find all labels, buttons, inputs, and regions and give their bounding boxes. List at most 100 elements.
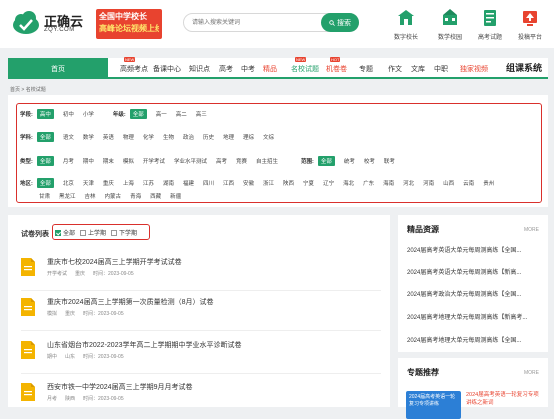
filter-option[interactable]: 高一 — [156, 110, 167, 118]
filter-option[interactable]: 浙江 — [263, 179, 274, 187]
resource-link[interactable]: 2024届高考地理大单元每周测高练【全国... — [407, 335, 543, 344]
nav-item-gaokao[interactable]: 高考 — [219, 64, 233, 74]
nav-item-vocational[interactable]: 中职 — [434, 64, 448, 74]
paper-title[interactable]: 西安市铁一中学2024届高三上学期9月月考试卷 — [47, 382, 192, 392]
promo-banner[interactable]: 全国中学校长 高峰论坛视频上线 — [96, 9, 162, 39]
filter-option[interactable]: 自主招生 — [256, 157, 278, 165]
filter-option[interactable]: 福建 — [183, 179, 194, 187]
filter-option[interactable]: 云南 — [463, 179, 474, 187]
filter-option[interactable]: 生物 — [163, 133, 174, 141]
nav-item-school-exams[interactable]: NEW 名校试题 — [291, 57, 319, 74]
check-first-term[interactable]: 上学期 — [80, 228, 106, 237]
nav-item-zhongkao[interactable]: 中考 — [241, 64, 255, 74]
paper-title[interactable]: 重庆市七校2024届高三上学期开学考试试卷 — [47, 257, 182, 267]
filter-option[interactable]: 江苏 — [143, 179, 154, 187]
filter-option[interactable]: 全部 — [36, 156, 54, 166]
filter-option[interactable]: 文综 — [263, 133, 274, 141]
filter-option[interactable]: 校考 — [364, 157, 375, 165]
resource-link[interactable]: 2024届高考英语大单元每周测高练【新高... — [407, 267, 543, 276]
list-item[interactable]: 西安市铁一中学2024届高三上学期9月月考试卷 月考 陕西 时间：2023-09-0… — [21, 380, 381, 416]
filter-option[interactable]: 开学考试 — [143, 157, 165, 165]
filter-option[interactable]: 青海 — [130, 192, 141, 200]
nav-item-premium[interactable]: 精品 — [263, 64, 277, 74]
filter-option[interactable]: 高考 — [216, 157, 227, 165]
filter-option[interactable]: 竞赛 — [236, 157, 247, 165]
filter-option[interactable]: 天津 — [83, 179, 94, 187]
nav-item-machine-papers[interactable]: HOT 机卷卷 — [326, 57, 347, 74]
filter-option[interactable]: 四川 — [203, 179, 214, 187]
checkbox-checked[interactable] — [55, 229, 61, 236]
filter-option[interactable]: 全部 — [129, 109, 147, 119]
filter-option[interactable]: 安徽 — [243, 179, 254, 187]
resource-link[interactable]: 2024届高考英语大单元每周测高练【全国... — [407, 245, 543, 254]
resource-link[interactable]: 2024届高考政治大单元每周测高练【全国... — [407, 289, 543, 298]
filter-option[interactable]: 海南 — [383, 179, 394, 187]
filter-option[interactable]: 英语 — [103, 133, 114, 141]
checkbox[interactable] — [80, 229, 87, 236]
top-link-principal[interactable]: 数字校长 — [384, 9, 428, 41]
filter-option[interactable]: 贵州 — [483, 179, 494, 187]
filter-option[interactable]: 广东 — [363, 179, 374, 187]
filter-option[interactable]: 海北 — [343, 179, 354, 187]
filter-option[interactable]: 北京 — [63, 179, 74, 187]
filter-option[interactable]: 黑龙江 — [59, 192, 76, 200]
resources-more-link[interactable]: MORE — [524, 227, 539, 233]
paper-title[interactable]: 重庆市2024届高三上学期第一次质量检测（8月）试卷 — [47, 297, 213, 307]
filter-option[interactable]: 物理 — [123, 133, 134, 141]
paper-title[interactable]: 山东省烟台市2022-2023学年高二上学期期中学业水平诊断试卷 — [47, 340, 241, 350]
filter-option[interactable]: 数学 — [83, 133, 94, 141]
filter-option[interactable]: 月考 — [63, 157, 74, 165]
filter-option[interactable]: 新疆 — [170, 192, 181, 200]
filter-option[interactable]: 理综 — [243, 133, 254, 141]
nav-item-library[interactable]: 文库 — [411, 64, 425, 74]
check-all[interactable]: 全部 — [55, 228, 75, 237]
filter-option[interactable]: 江西 — [223, 179, 234, 187]
top-link-upload[interactable]: 投稿平台 — [508, 9, 552, 41]
filter-option[interactable]: 内蒙古 — [105, 192, 122, 200]
filter-option[interactable]: 联考 — [384, 157, 395, 165]
filter-option[interactable]: 湖南 — [163, 179, 174, 187]
filter-option[interactable]: 小学 — [83, 110, 94, 118]
top-link-campus[interactable]: 数学校园 — [428, 9, 472, 41]
top-link-exam[interactable]: 高考试题 — [468, 9, 512, 41]
filter-option[interactable]: 河南 — [423, 179, 434, 187]
filter-option[interactable]: 地理 — [223, 133, 234, 141]
topic-caption[interactable]: 2024届高考英语一轮复习专项讲练之新词 — [466, 391, 542, 407]
filter-option[interactable]: 全部 — [36, 132, 54, 142]
filter-option[interactable]: 政治 — [183, 133, 194, 141]
filter-option[interactable]: 统考 — [344, 157, 355, 165]
filter-option[interactable]: 模拟 — [123, 157, 134, 165]
list-item[interactable]: 重庆市2024届高三上学期第一次质量检测（8月）试卷 模拟 重庆 时间：2023-0… — [21, 295, 381, 331]
nav-item-frequent[interactable]: NEW 高频考点 — [120, 57, 148, 74]
checkbox[interactable] — [111, 229, 118, 236]
nav-item-essay[interactable]: 作文 — [388, 64, 402, 74]
filter-option[interactable]: 历史 — [203, 133, 214, 141]
filter-option[interactable]: 山西 — [443, 179, 454, 187]
filter-option[interactable]: 宁夏 — [303, 179, 314, 187]
filter-option[interactable]: 学业水平测试 — [174, 157, 207, 165]
filter-option[interactable]: 期中 — [83, 157, 94, 165]
filter-option[interactable]: 河北 — [403, 179, 414, 187]
filter-option[interactable]: 重庆 — [103, 179, 114, 187]
filter-option[interactable]: 全部 — [317, 156, 335, 166]
search-button[interactable]: 搜索 — [321, 13, 359, 32]
filter-option[interactable]: 高二 — [176, 110, 187, 118]
filter-option[interactable]: 上海 — [123, 179, 134, 187]
filter-option[interactable]: 甘肃 — [39, 192, 50, 200]
nav-item-videos[interactable]: 独家视频 — [460, 64, 488, 74]
filter-option[interactable]: 高三 — [196, 110, 207, 118]
filter-option[interactable]: 语文 — [63, 133, 74, 141]
filter-option[interactable]: 期末 — [103, 157, 114, 165]
list-item[interactable]: 山东省烟台市2022-2023学年高二上学期期中学业水平诊断试卷 期中 山东 时间：… — [21, 338, 381, 374]
list-item[interactable]: 重庆市七校2024届高三上学期开学考试试卷 开学考试 重庆 时间：2023-09-0… — [21, 255, 381, 291]
nav-item-prep[interactable]: 备课中心 — [153, 64, 181, 74]
topic-thumbnail[interactable]: 2024届高考英语一轮复习专项讲练 — [406, 391, 461, 419]
filter-option[interactable]: 陕西 — [283, 179, 294, 187]
check-second-term[interactable]: 下学期 — [111, 228, 137, 237]
nav-item-knowledge[interactable]: 知识点 — [189, 64, 210, 74]
filter-option[interactable]: 西藏 — [150, 192, 161, 200]
filter-option[interactable]: 辽宁 — [323, 179, 334, 187]
filter-option[interactable]: 高中 — [36, 109, 54, 119]
filter-option[interactable]: 化学 — [143, 133, 154, 141]
filter-option[interactable]: 全部 — [36, 178, 54, 188]
